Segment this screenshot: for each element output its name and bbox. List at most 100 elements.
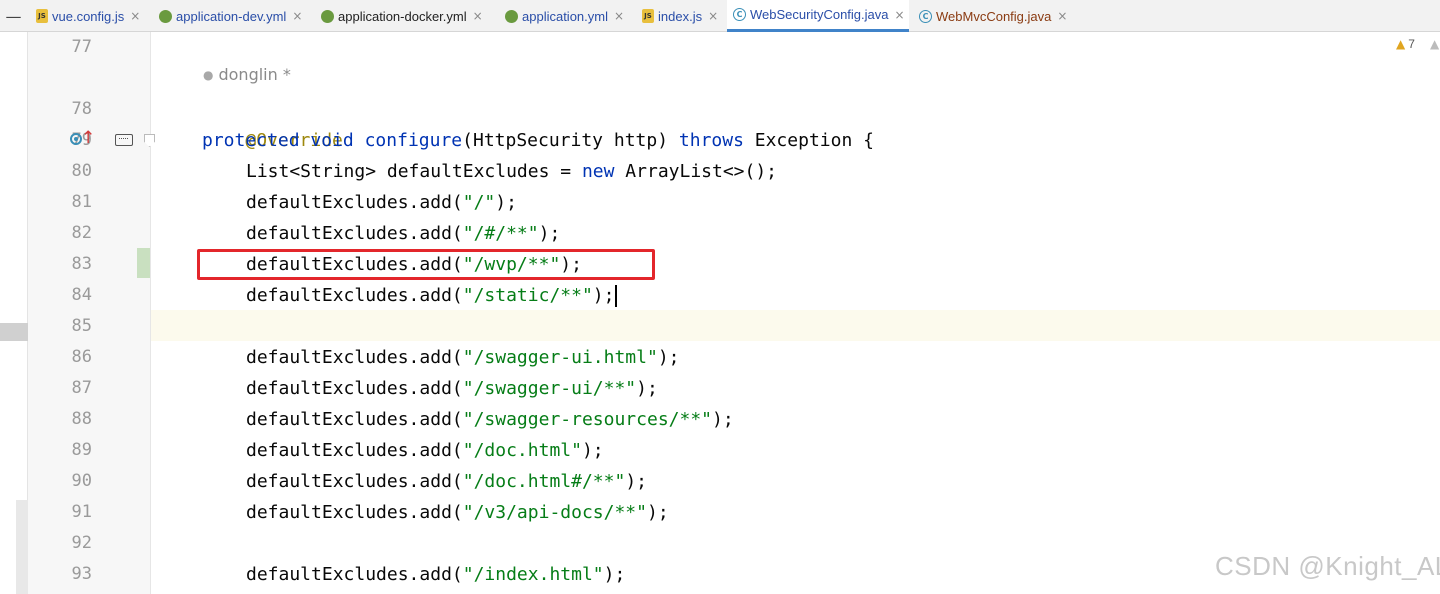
- tab-vue-config-js[interactable]: JS vue.config.js ×: [30, 0, 144, 32]
- string-token: "/swagger-ui.html": [462, 347, 658, 368]
- yml-file-icon: [505, 9, 518, 23]
- keyword-token: protected: [202, 130, 300, 151]
- code-token: );: [625, 471, 647, 492]
- code-token: defaultExcludes.add(: [246, 285, 463, 306]
- line-number: 90: [71, 471, 92, 491]
- close-icon[interactable]: ×: [292, 9, 302, 23]
- author-name: donglin *: [218, 65, 291, 84]
- line-number: 78: [71, 99, 92, 119]
- vcs-change-marker[interactable]: [137, 248, 150, 278]
- code-token: );: [646, 502, 669, 523]
- code-token: defaultExcludes.add(: [246, 471, 463, 492]
- minimize-icon[interactable]: —: [0, 0, 27, 32]
- code-token: defaultExcludes.add(: [246, 409, 463, 430]
- code-token: );: [592, 285, 615, 306]
- string-token: "/doc.html": [462, 440, 582, 461]
- code-token: );: [636, 378, 658, 399]
- keyword-token: void: [310, 130, 354, 151]
- yml-file-icon: [159, 9, 172, 23]
- code-line-93: defaultExcludes.add("/index.html");: [246, 559, 625, 590]
- line-number: 93: [71, 564, 92, 584]
- code-token: );: [495, 192, 517, 213]
- tab-label: application-dev.yml: [176, 8, 287, 24]
- code-line-80: List<String> defaultExcludes = new Array…: [246, 156, 777, 187]
- tab-label: application.yml: [522, 8, 608, 24]
- line-number: 81: [71, 192, 92, 212]
- tab-websecurityconfig-java[interactable]: C WebSecurityConfig.java ×: [727, 0, 909, 32]
- watermark: CSDN @Knight_AL: [1215, 551, 1440, 581]
- inspection-warnings-indicator[interactable]: ▲ 7: [1396, 37, 1415, 51]
- method-name-token: configure: [364, 130, 463, 151]
- strip-marker: [0, 323, 28, 341]
- tab-application-docker-yml[interactable]: application-docker.yml ×: [315, 0, 487, 32]
- red-highlight-box: [197, 249, 655, 280]
- left-tool-strip: [0, 32, 28, 594]
- code-line-87: defaultExcludes.add("/swagger-ui/**");: [246, 373, 658, 404]
- yml-file-icon: [321, 9, 334, 23]
- code-editor[interactable]: ● donglin * @Override protected void con…: [151, 32, 1440, 594]
- code-token: defaultExcludes.add(: [246, 564, 463, 585]
- editor-tab-bar: — JS vue.config.js × application-dev.yml…: [0, 0, 1440, 32]
- string-token: "/": [462, 192, 496, 213]
- code-token: );: [657, 347, 680, 368]
- warning-icon: ▲: [1396, 37, 1406, 51]
- keyword-token: new: [581, 161, 615, 182]
- code-token: );: [581, 440, 604, 461]
- strip-scroll-marker: [16, 500, 28, 594]
- tab-index-js[interactable]: JS index.js ×: [636, 0, 722, 32]
- tab-application-dev-yml[interactable]: application-dev.yml ×: [153, 0, 306, 32]
- line-number: 85: [71, 316, 92, 336]
- code-token: ArrayList<>();: [614, 161, 778, 182]
- author-inlay-hint[interactable]: ● donglin *: [203, 65, 291, 84]
- warning-icon[interactable]: ▲: [1430, 37, 1439, 51]
- code-line-90: defaultExcludes.add("/doc.html#/**");: [246, 466, 647, 497]
- code-line-79: protected void configure(HttpSecurity ht…: [202, 125, 874, 156]
- code-token: defaultExcludes.add(: [246, 347, 463, 368]
- code-line-81: defaultExcludes.add("/");: [246, 187, 517, 218]
- code-token: defaultExcludes.add(: [246, 223, 463, 244]
- close-icon[interactable]: ×: [708, 9, 718, 23]
- code-token: );: [538, 223, 561, 244]
- person-icon: ●: [203, 67, 214, 82]
- line-number: 88: [71, 409, 92, 429]
- line-number: 80: [71, 161, 92, 181]
- code-token: defaultExcludes.add(: [246, 440, 463, 461]
- keyword-token: throws: [678, 130, 744, 151]
- js-file-icon: JS: [642, 9, 654, 23]
- string-token: "/doc.html#/**": [462, 471, 626, 492]
- line-number: 82: [71, 223, 92, 243]
- code-token: );: [712, 409, 734, 430]
- line-number-gutter[interactable]: 77 78 79 80 81 82 83 84 85 86 87 88 89 9…: [28, 32, 155, 594]
- tab-label: WebMvcConfig.java: [936, 8, 1052, 24]
- close-icon[interactable]: ×: [895, 8, 905, 22]
- code-line-91: defaultExcludes.add("/v3/api-docs/**");: [246, 497, 669, 528]
- tab-application-yml[interactable]: application.yml ×: [499, 0, 628, 32]
- close-icon[interactable]: ×: [1057, 9, 1067, 23]
- line-number: 83: [71, 254, 92, 274]
- close-icon[interactable]: ×: [473, 9, 483, 23]
- tab-label: WebSecurityConfig.java: [750, 7, 889, 22]
- line-number: 91: [71, 502, 92, 522]
- close-icon[interactable]: ×: [614, 9, 624, 23]
- code-token: List<String> defaultExcludes =: [246, 161, 582, 182]
- up-arrow-icon[interactable]: ↑: [81, 126, 95, 150]
- string-token: "/swagger-ui/**": [462, 378, 637, 399]
- tab-label: index.js: [658, 8, 703, 24]
- code-token: (HttpSecurity http): [462, 130, 679, 151]
- line-number: 86: [71, 347, 92, 367]
- string-token: "/static/**": [462, 285, 593, 306]
- text-caret: [615, 285, 618, 307]
- line-number: 89: [71, 440, 92, 460]
- code-token: defaultExcludes.add(: [246, 502, 463, 523]
- tab-webmvcconfig-java[interactable]: C WebMvcConfig.java ×: [913, 0, 1071, 32]
- string-token: "/#/**": [462, 223, 539, 244]
- line-number: 92: [71, 533, 92, 553]
- current-line-highlight: [151, 310, 1440, 341]
- string-token: "/index.html": [462, 564, 604, 585]
- line-number: 87: [71, 378, 92, 398]
- code-token: Exception {: [743, 130, 874, 151]
- code-vision-icon[interactable]: [115, 134, 133, 146]
- close-icon[interactable]: ×: [130, 9, 140, 23]
- code-line-82: defaultExcludes.add("/#/**");: [246, 218, 560, 249]
- java-class-icon: C: [919, 9, 932, 23]
